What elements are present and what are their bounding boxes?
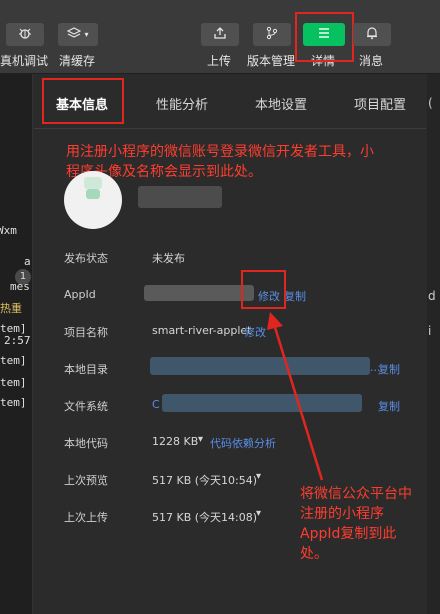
details-highlight-box [295,12,354,62]
version-manage-label: 版本管理 [247,54,296,68]
left-editor-strip: 1 Wxm a mes 热重 tem] 2:57 tem] tem] tem] [0,74,33,614]
messages-label: 消息 [359,54,384,68]
branch-icon [265,26,279,43]
version-manage-button[interactable] [253,23,291,46]
upload-icon [213,26,227,43]
layers-icon [67,26,82,43]
top-toolbar: 真机调试 ▾ 清缓存 上传 版本管理 详情 消息 [0,0,440,74]
left-strip-line: Wxm [0,224,17,237]
clear-cache-label: 清缓存 [59,54,96,68]
left-strip-line: tem] [0,354,27,367]
messages-button[interactable] [353,23,391,46]
right-strip-line: d [428,289,436,303]
remote-debug-button[interactable] [6,23,44,46]
left-strip-line: 热重 [0,302,22,315]
right-strip-line: ( [428,96,433,110]
left-strip-line: a [24,255,31,268]
left-strip-line: tem] [0,396,27,409]
left-strip-line: tem] [0,376,27,389]
annotation-arrow [267,312,324,481]
bug-icon [18,26,32,43]
left-strip-line: mes [10,280,30,293]
left-strip-line: 2:57 [4,334,31,347]
upload-button[interactable] [201,23,239,46]
upload-label: 上传 [207,54,232,68]
bell-icon [365,26,379,43]
remote-debug-label: 真机调试 [0,54,49,68]
right-edge-strip: ( d i [427,74,440,614]
clear-cache-button[interactable]: ▾ [58,23,98,46]
details-panel: 基本信息 性能分析 本地设置 项目配置 用注册小程序的微信账号登录微信开发者工具… [34,74,426,614]
chevron-down-icon: ▾ [84,30,89,39]
right-strip-line: i [428,324,432,338]
